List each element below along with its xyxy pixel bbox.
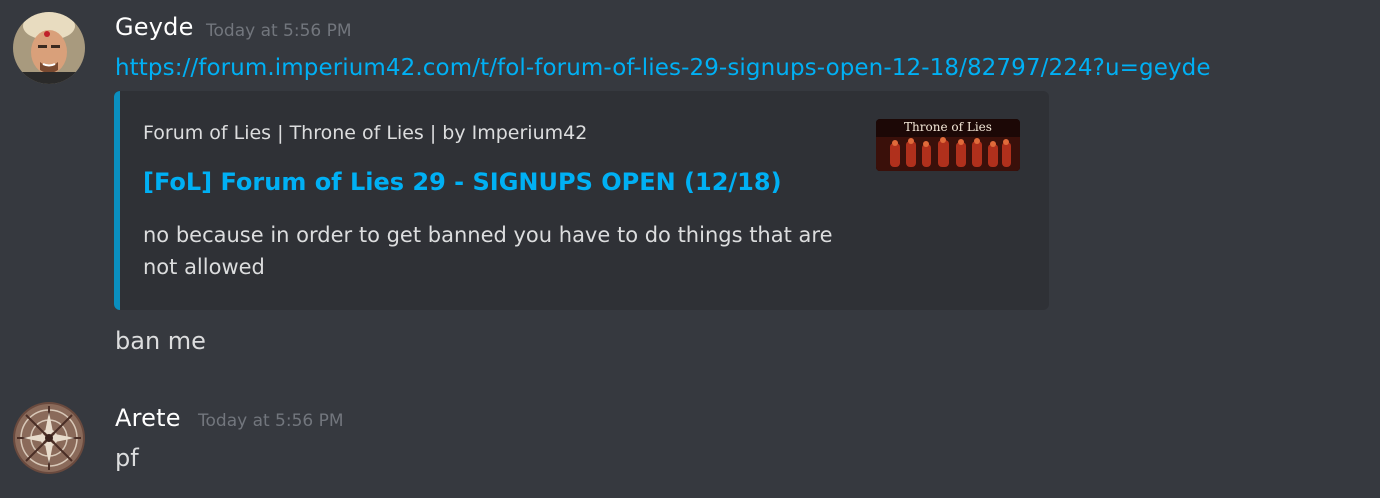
thumbnail-title: Throne of Lies: [904, 120, 992, 134]
avatar-arete[interactable]: [13, 402, 85, 474]
timestamp-geyde: Today at 5:56 PM: [206, 21, 352, 41]
avatar-geyde[interactable]: [13, 12, 85, 84]
embed-accent-bar: [114, 91, 120, 310]
message-text-arete: pf: [115, 444, 139, 472]
message-text-geyde: ban me: [115, 327, 206, 355]
embed-title-link[interactable]: [FoL] Forum of Lies 29 - SIGNUPS OPEN (1…: [143, 168, 782, 196]
arete-avatar-image: [13, 402, 85, 474]
timestamp-arete: Today at 5:56 PM: [198, 411, 344, 431]
forum-link[interactable]: https://forum.imperium42.com/t/fol-forum…: [115, 55, 1211, 81]
embed-description: no because in order to get banned you ha…: [143, 223, 833, 279]
geyde-avatar-image: [13, 12, 85, 84]
link-embed: Forum of Lies | Throne of Lies | by Impe…: [114, 91, 1049, 310]
username-geyde[interactable]: Geyde: [115, 13, 194, 41]
username-arete[interactable]: Arete: [115, 404, 181, 432]
embed-thumbnail[interactable]: Throne of Lies: [876, 119, 1020, 171]
embed-provider: Forum of Lies | Throne of Lies | by Impe…: [143, 122, 588, 144]
message-arete: Arete Today at 5:56 PM pf: [0, 380, 1380, 498]
message-geyde: Geyde Today at 5:56 PM https://forum.imp…: [0, 0, 1380, 380]
